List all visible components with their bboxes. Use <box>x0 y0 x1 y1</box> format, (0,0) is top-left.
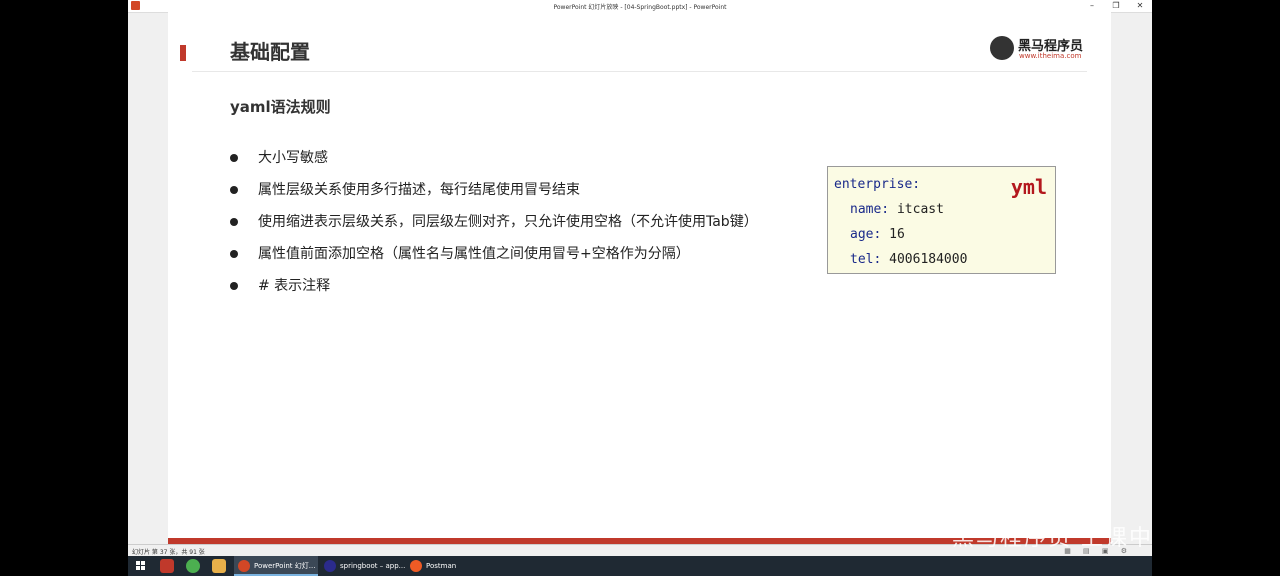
taskbar-item-postman[interactable]: Postman <box>406 556 490 576</box>
slide-counter: 幻灯片 第 37 张，共 91 张 <box>132 549 205 556</box>
code-key: age: <box>850 227 882 242</box>
bullet-dot-icon <box>230 218 238 226</box>
file-explorer-icon[interactable] <box>212 559 226 573</box>
bullet-dot-icon <box>230 186 238 194</box>
bullet-text: 属性值前面添加空格（属性名与属性值之间使用冒号+空格作为分隔） <box>258 246 690 262</box>
bullet-item: 使用缩进表示层级关系，同层级左侧对齐，只允许使用空格（不允许使用Tab键） <box>230 212 758 244</box>
powerpoint-window: PowerPoint 幻灯片放映 - [04-SpringBoot.pptx] … <box>128 0 1152 576</box>
itheima-logo: 黑马程序员 www.itheima.com <box>990 34 1090 64</box>
bullet-dot-icon <box>230 250 238 258</box>
intellij-icon <box>324 560 336 572</box>
bullet-text: 属性层级关系使用多行描述，每行结尾使用冒号结束 <box>258 182 580 198</box>
slide-canvas[interactable]: 基础配置 黑马程序员 www.itheima.com yaml语法规则 大小写敏… <box>168 12 1111 544</box>
bullet-text: 大小写敏感 <box>258 150 328 166</box>
code-line: tel: 4006184000 <box>850 252 967 267</box>
code-line: enterprise: <box>834 177 920 192</box>
bullet-item: # 表示注释 <box>230 276 758 308</box>
slide-subtitle: yaml语法规则 <box>230 98 331 116</box>
bullet-item: 属性层级关系使用多行描述，每行结尾使用冒号结束 <box>230 180 758 212</box>
code-line: age: 16 <box>850 227 905 242</box>
logo-url: www.itheima.com <box>1019 52 1082 60</box>
bullet-dot-icon <box>230 154 238 162</box>
app-launcher-icon[interactable] <box>160 559 174 573</box>
taskbar-item-powerpoint[interactable]: PowerPoint 幻灯... <box>234 556 318 576</box>
code-value: itcast <box>889 202 944 217</box>
code-value: 4006184000 <box>881 252 968 267</box>
bullet-item: 大小写敏感 <box>230 148 758 180</box>
watermark: 黑马程序员 上课中 <box>952 526 1153 551</box>
bullet-text: # 表示注释 <box>258 278 331 294</box>
window-title: PowerPoint 幻灯片放映 - [04-SpringBoot.pptx] … <box>553 4 727 11</box>
title-divider <box>192 71 1087 72</box>
taskbar: PowerPoint 幻灯... springboot – app... Pos… <box>128 556 1152 576</box>
bullet-list: 大小写敏感 属性层级关系使用多行描述，每行结尾使用冒号结束 使用缩进表示层级关系… <box>230 148 758 308</box>
code-value: 16 <box>881 227 905 242</box>
bullet-dot-icon <box>230 282 238 290</box>
postman-icon <box>410 560 422 572</box>
slide-title: 基础配置 <box>230 40 310 64</box>
code-key: tel: <box>850 252 882 267</box>
horse-logo-icon <box>990 36 1014 60</box>
taskbar-item-label: Postman <box>426 562 457 570</box>
chrome-icon[interactable] <box>186 559 200 573</box>
minimize-button[interactable]: – <box>1080 0 1104 12</box>
code-line: name: itcast <box>850 202 944 217</box>
code-key: enterprise: <box>834 177 921 192</box>
taskbar-item-intellij[interactable]: springboot – app... <box>320 556 406 576</box>
code-language-tag: yml <box>1010 175 1047 199</box>
taskbar-item-label: springboot – app... <box>340 562 406 570</box>
taskbar-item-label: PowerPoint 幻灯... <box>254 562 316 570</box>
title-accent-bar <box>180 45 186 61</box>
close-button[interactable]: ✕ <box>1128 0 1152 12</box>
code-key: name: <box>850 202 890 217</box>
powerpoint-icon <box>238 560 250 572</box>
windows-start-icon[interactable] <box>136 561 146 571</box>
bullet-text: 使用缩进表示层级关系，同层级左侧对齐，只允许使用空格（不允许使用Tab键） <box>258 214 758 230</box>
yaml-code-box: yml enterprise: name: itcast age: 16 tel… <box>827 166 1056 274</box>
restore-button[interactable]: ❐ <box>1104 0 1128 12</box>
bullet-item: 属性值前面添加空格（属性名与属性值之间使用冒号+空格作为分隔） <box>230 244 758 276</box>
